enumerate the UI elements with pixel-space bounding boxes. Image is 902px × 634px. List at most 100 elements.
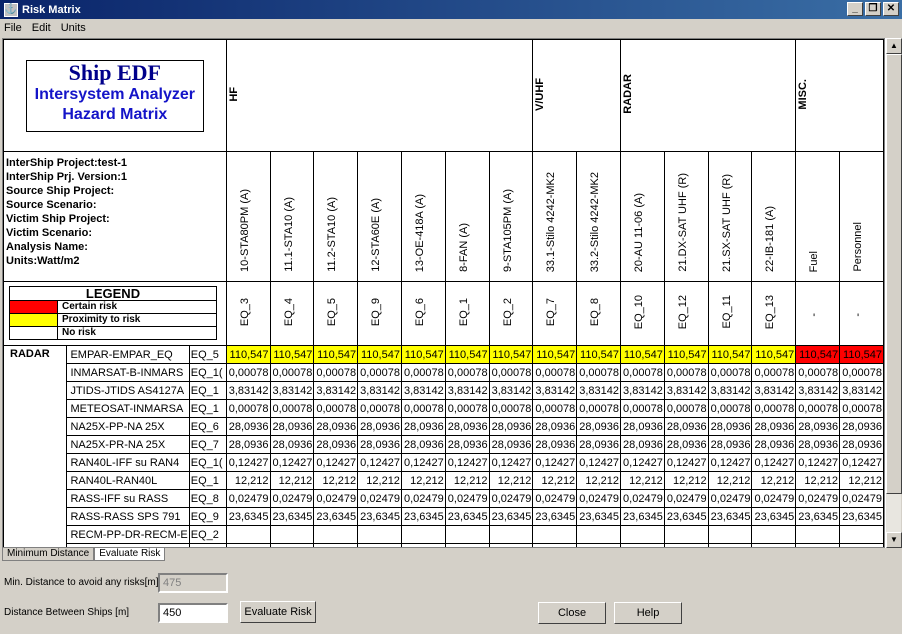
- value-cell[interactable]: 0,00078: [576, 399, 621, 418]
- value-cell[interactable]: 0,00078: [707, 363, 753, 382]
- value-cell[interactable]: 0,00078: [444, 363, 490, 382]
- value-cell[interactable]: 23,6345: [532, 507, 578, 526]
- menu-edit[interactable]: Edit: [32, 22, 51, 34]
- value-cell[interactable]: 3,83142: [488, 381, 534, 400]
- value-cell[interactable]: [313, 543, 359, 547]
- value-cell[interactable]: 3,83142: [620, 381, 665, 400]
- value-cell[interactable]: [444, 543, 490, 547]
- value-cell[interactable]: 0,02479: [400, 489, 446, 508]
- source-name[interactable]: METEOSAT-INMARSA: [66, 399, 190, 418]
- value-cell[interactable]: 28,0936: [751, 417, 797, 436]
- value-cell[interactable]: 12,212: [357, 471, 402, 490]
- value-cell[interactable]: [357, 543, 402, 547]
- source-name[interactable]: RASS-RASS SPS 791: [66, 507, 190, 526]
- value-cell[interactable]: [313, 525, 359, 544]
- column-header[interactable]: Personnel: [839, 151, 884, 282]
- distance-field[interactable]: [158, 603, 228, 623]
- source-name[interactable]: RECM-PP-DR-RECM-E: [66, 525, 190, 544]
- tab-minimum-distance[interactable]: Minimum Distance: [2, 548, 95, 561]
- value-cell[interactable]: 3,83142: [269, 381, 315, 400]
- menu-file[interactable]: File: [4, 22, 22, 34]
- value-cell[interactable]: 28,0936: [532, 435, 578, 454]
- value-cell[interactable]: 0,00078: [620, 363, 665, 382]
- column-header[interactable]: 22-IB-181 (A): [751, 151, 797, 282]
- value-cell[interactable]: 0,00078: [225, 363, 271, 382]
- value-cell[interactable]: 28,0936: [576, 417, 621, 436]
- value-cell[interactable]: 23,6345: [400, 507, 446, 526]
- value-cell[interactable]: [795, 543, 841, 547]
- column-header[interactable]: 11.2-STA10 (A): [313, 151, 359, 282]
- value-cell[interactable]: [532, 543, 578, 547]
- value-cell[interactable]: 12,212: [400, 471, 446, 490]
- value-cell[interactable]: 23,6345: [357, 507, 402, 526]
- value-cell[interactable]: 0,00078: [357, 363, 402, 382]
- value-cell[interactable]: 12,212: [620, 471, 665, 490]
- value-cell[interactable]: 3,83142: [663, 381, 709, 400]
- value-cell[interactable]: 28,0936: [444, 417, 490, 436]
- value-cell[interactable]: 12,212: [795, 471, 841, 490]
- value-cell[interactable]: 0,00078: [532, 363, 578, 382]
- value-cell[interactable]: 28,0936: [663, 435, 709, 454]
- value-cell[interactable]: 28,0936: [576, 435, 621, 454]
- value-cell[interactable]: [707, 525, 753, 544]
- value-cell[interactable]: 0,00078: [663, 399, 709, 418]
- value-cell[interactable]: 28,0936: [357, 435, 402, 454]
- source-name[interactable]: NA25X-PR-NA 25X: [66, 435, 190, 454]
- value-cell[interactable]: 23,6345: [269, 507, 315, 526]
- value-cell[interactable]: 23,6345: [839, 507, 884, 526]
- value-cell[interactable]: 28,0936: [620, 435, 665, 454]
- value-cell[interactable]: 12,212: [707, 471, 753, 490]
- minimize-button[interactable]: _: [847, 2, 863, 16]
- value-cell[interactable]: 0,02479: [707, 489, 753, 508]
- value-cell[interactable]: 28,0936: [357, 417, 402, 436]
- value-cell[interactable]: 110,547: [795, 345, 841, 364]
- risk-matrix-grid[interactable]: Ship EDF Intersystem Analyzer Hazard Matri…: [2, 38, 885, 548]
- value-cell[interactable]: 28,0936: [795, 435, 841, 454]
- value-cell[interactable]: 28,0936: [839, 435, 884, 454]
- value-cell[interactable]: 3,83142: [707, 381, 753, 400]
- value-cell[interactable]: 0,02479: [488, 489, 534, 508]
- value-cell[interactable]: [400, 525, 446, 544]
- source-name[interactable]: RAN40L-IFF su RAN4: [66, 453, 190, 472]
- value-cell[interactable]: 0,00078: [313, 363, 359, 382]
- value-cell[interactable]: [488, 543, 534, 547]
- value-cell[interactable]: 12,212: [576, 471, 621, 490]
- value-cell[interactable]: 28,0936: [532, 417, 578, 436]
- scroll-down-icon[interactable]: ▼: [886, 532, 902, 548]
- value-cell[interactable]: 0,02479: [313, 489, 359, 508]
- column-header[interactable]: 11.1-STA10 (A): [269, 151, 315, 282]
- value-cell[interactable]: 0,00078: [225, 399, 271, 418]
- value-cell[interactable]: [620, 543, 665, 547]
- value-cell[interactable]: 110,547: [707, 345, 753, 364]
- value-cell[interactable]: 0,00078: [839, 363, 884, 382]
- column-header[interactable]: 8-FAN (A): [444, 151, 490, 282]
- tab-evaluate-risk[interactable]: Evaluate Risk: [94, 548, 166, 561]
- column-header[interactable]: Fuel: [795, 151, 841, 282]
- value-cell[interactable]: 23,6345: [488, 507, 534, 526]
- value-cell[interactable]: 0,00078: [444, 399, 490, 418]
- value-cell[interactable]: 110,547: [269, 345, 315, 364]
- value-cell[interactable]: 12,212: [751, 471, 797, 490]
- menu-units[interactable]: Units: [61, 22, 86, 34]
- value-cell[interactable]: 110,547: [444, 345, 490, 364]
- value-cell[interactable]: 28,0936: [269, 417, 315, 436]
- value-cell[interactable]: 110,547: [532, 345, 578, 364]
- value-cell[interactable]: 23,6345: [663, 507, 709, 526]
- value-cell[interactable]: 110,547: [576, 345, 621, 364]
- value-cell[interactable]: 0,00078: [795, 363, 841, 382]
- value-cell[interactable]: 0,00078: [357, 399, 402, 418]
- value-cell[interactable]: 28,0936: [313, 417, 359, 436]
- value-cell[interactable]: 3,83142: [751, 381, 797, 400]
- value-cell[interactable]: 0,12427: [620, 453, 665, 472]
- value-cell[interactable]: [576, 525, 621, 544]
- value-cell[interactable]: 0,12427: [357, 453, 402, 472]
- value-cell[interactable]: 28,0936: [444, 435, 490, 454]
- value-cell[interactable]: 28,0936: [795, 417, 841, 436]
- value-cell[interactable]: 0,02479: [620, 489, 665, 508]
- column-header[interactable]: 21.DX-SAT UHF (R): [663, 151, 709, 282]
- value-cell[interactable]: 23,6345: [444, 507, 490, 526]
- value-cell[interactable]: 0,02479: [532, 489, 578, 508]
- value-cell[interactable]: 28,0936: [400, 435, 446, 454]
- value-cell[interactable]: 0,12427: [313, 453, 359, 472]
- value-cell[interactable]: 28,0936: [488, 435, 534, 454]
